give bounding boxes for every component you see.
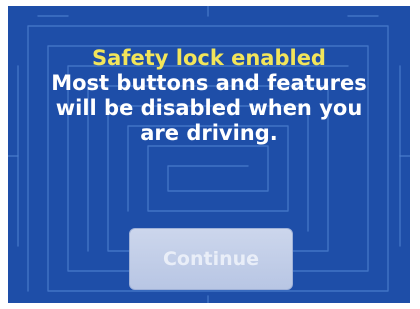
- continue-button[interactable]: Continue: [129, 228, 293, 290]
- safety-lock-screen: Safety lock enabled Most buttons and fea…: [8, 6, 410, 303]
- message-line-1: Most buttons and features: [51, 71, 367, 95]
- continue-button-label: Continue: [162, 248, 260, 270]
- message-line-3: are driving.: [140, 121, 278, 145]
- safety-lock-title: Safety lock enabled: [92, 46, 326, 70]
- safety-message: Safety lock enabled Most buttons and fea…: [8, 46, 410, 146]
- message-line-2: will be disabled when you: [55, 96, 363, 120]
